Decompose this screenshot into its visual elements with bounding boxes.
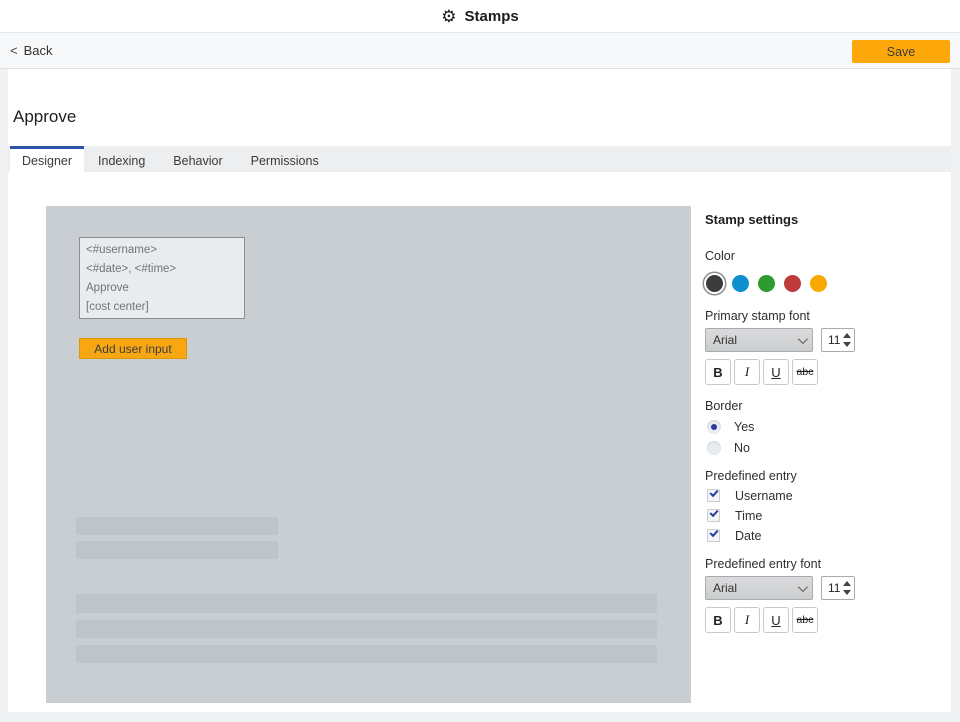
font-size-value: 11 [822, 581, 841, 595]
predefined-entry-label: Predefined entry [705, 469, 953, 483]
tab-bar: Designer Indexing Behavior Permissions [8, 146, 951, 172]
bold-button[interactable]: B [705, 607, 731, 633]
color-swatch-row [706, 272, 953, 294]
radio-icon [707, 420, 721, 434]
chevron-down-icon [798, 582, 808, 592]
stamp-preview-box[interactable]: <#username> <#date>, <#time> Approve [co… [79, 237, 245, 319]
tab-label: Designer [22, 154, 72, 168]
predefined-font-family-select[interactable]: Arial [705, 576, 813, 600]
document-placeholder-bar [76, 541, 278, 559]
date-checkbox[interactable]: Date [707, 528, 953, 543]
color-swatch-orange[interactable] [810, 275, 827, 292]
page-title: Approve [13, 107, 76, 127]
radio-label: Yes [734, 420, 754, 434]
checkbox-icon [707, 489, 720, 502]
predefined-font-controls: Arial 11 [705, 576, 953, 600]
primary-font-family-select[interactable]: Arial [705, 328, 813, 352]
decrement-arrow-icon[interactable] [843, 342, 851, 347]
checkmark-icon [709, 528, 718, 537]
checkmark-icon [709, 508, 718, 517]
tab-behavior[interactable]: Behavior [159, 146, 236, 172]
tab-designer[interactable]: Designer [10, 146, 84, 172]
back-label: Back [24, 43, 53, 58]
color-swatch-green[interactable] [758, 275, 775, 292]
tab-label: Behavior [173, 154, 222, 168]
app-title: Stamps [465, 8, 519, 25]
border-label: Border [705, 399, 953, 413]
predefined-font-format-row: B I U abc [705, 607, 953, 633]
spinner-arrows [841, 333, 854, 347]
document-placeholder-bar [76, 645, 657, 663]
tab-indexing[interactable]: Indexing [84, 146, 159, 172]
decrement-arrow-icon[interactable] [843, 590, 851, 595]
stamp-line-username: <#username> [86, 241, 238, 260]
checkbox-label: Date [735, 529, 761, 543]
document-placeholder-bar [76, 620, 657, 638]
stamp-line-date-time: <#date>, <#time> [86, 260, 238, 279]
radio-icon [707, 441, 721, 455]
strikethrough-button[interactable]: abc [792, 607, 818, 633]
username-checkbox[interactable]: Username [707, 488, 953, 503]
strikethrough-button[interactable]: abc [792, 359, 818, 385]
bold-button[interactable]: B [705, 359, 731, 385]
predefined-font-size-input[interactable]: 11 [821, 576, 855, 600]
checkbox-label: Time [735, 509, 762, 523]
primary-font-format-row: B I U abc [705, 359, 953, 385]
predefined-font-label: Predefined entry font [705, 557, 953, 571]
primary-font-size-input[interactable]: 11 [821, 328, 855, 352]
stamp-designer-canvas: <#username> <#date>, <#time> Approve [co… [46, 206, 691, 703]
spinner-arrows [841, 581, 854, 595]
underline-button[interactable]: U [763, 359, 789, 385]
stamp-settings-panel: Stamp settings Color Primary stamp font … [705, 212, 953, 645]
stamp-line-text: Approve [86, 279, 238, 298]
tab-label: Indexing [98, 154, 145, 168]
border-no-radio[interactable]: No [707, 440, 953, 455]
time-checkbox[interactable]: Time [707, 508, 953, 523]
chevron-left-icon: < [10, 43, 18, 58]
checkmark-icon [709, 488, 718, 497]
selected-font-family: Arial [713, 333, 798, 347]
gear-icon: ⚙ [441, 8, 456, 25]
increment-arrow-icon[interactable] [843, 581, 851, 586]
font-size-value: 11 [822, 333, 841, 347]
checkbox-label: Username [735, 489, 793, 503]
chevron-down-icon [798, 334, 808, 344]
checkbox-icon [707, 509, 720, 522]
toolbar: < Back Save [0, 33, 960, 69]
app-header: ⚙ Stamps [0, 0, 960, 33]
primary-font-label: Primary stamp font [705, 309, 953, 323]
underline-button[interactable]: U [763, 607, 789, 633]
increment-arrow-icon[interactable] [843, 333, 851, 338]
color-swatch-red[interactable] [784, 275, 801, 292]
primary-font-controls: Arial 11 [705, 328, 953, 352]
color-swatch-dark-gray[interactable] [706, 275, 723, 292]
stamp-line-cost-center: [cost center] [86, 298, 238, 317]
document-placeholder-bar [76, 594, 657, 613]
selected-font-family: Arial [713, 581, 798, 595]
checkbox-icon [707, 529, 720, 542]
tab-label: Permissions [251, 154, 319, 168]
panel-title: Stamp settings [705, 212, 953, 227]
back-button[interactable]: < Back [10, 33, 53, 68]
save-button[interactable]: Save [852, 40, 950, 63]
stamps-page: ⚙ Stamps < Back Save Approve Designer In… [0, 0, 960, 722]
border-yes-radio[interactable]: Yes [707, 419, 953, 434]
tab-permissions[interactable]: Permissions [237, 146, 333, 172]
color-label: Color [705, 249, 953, 263]
content-card: Approve Designer Indexing Behavior Permi… [8, 69, 951, 712]
radio-label: No [734, 441, 750, 455]
italic-button[interactable]: I [734, 607, 760, 633]
color-swatch-blue[interactable] [732, 275, 749, 292]
add-user-input-button[interactable]: Add user input [79, 338, 187, 359]
italic-button[interactable]: I [734, 359, 760, 385]
document-placeholder-bar [76, 517, 278, 535]
